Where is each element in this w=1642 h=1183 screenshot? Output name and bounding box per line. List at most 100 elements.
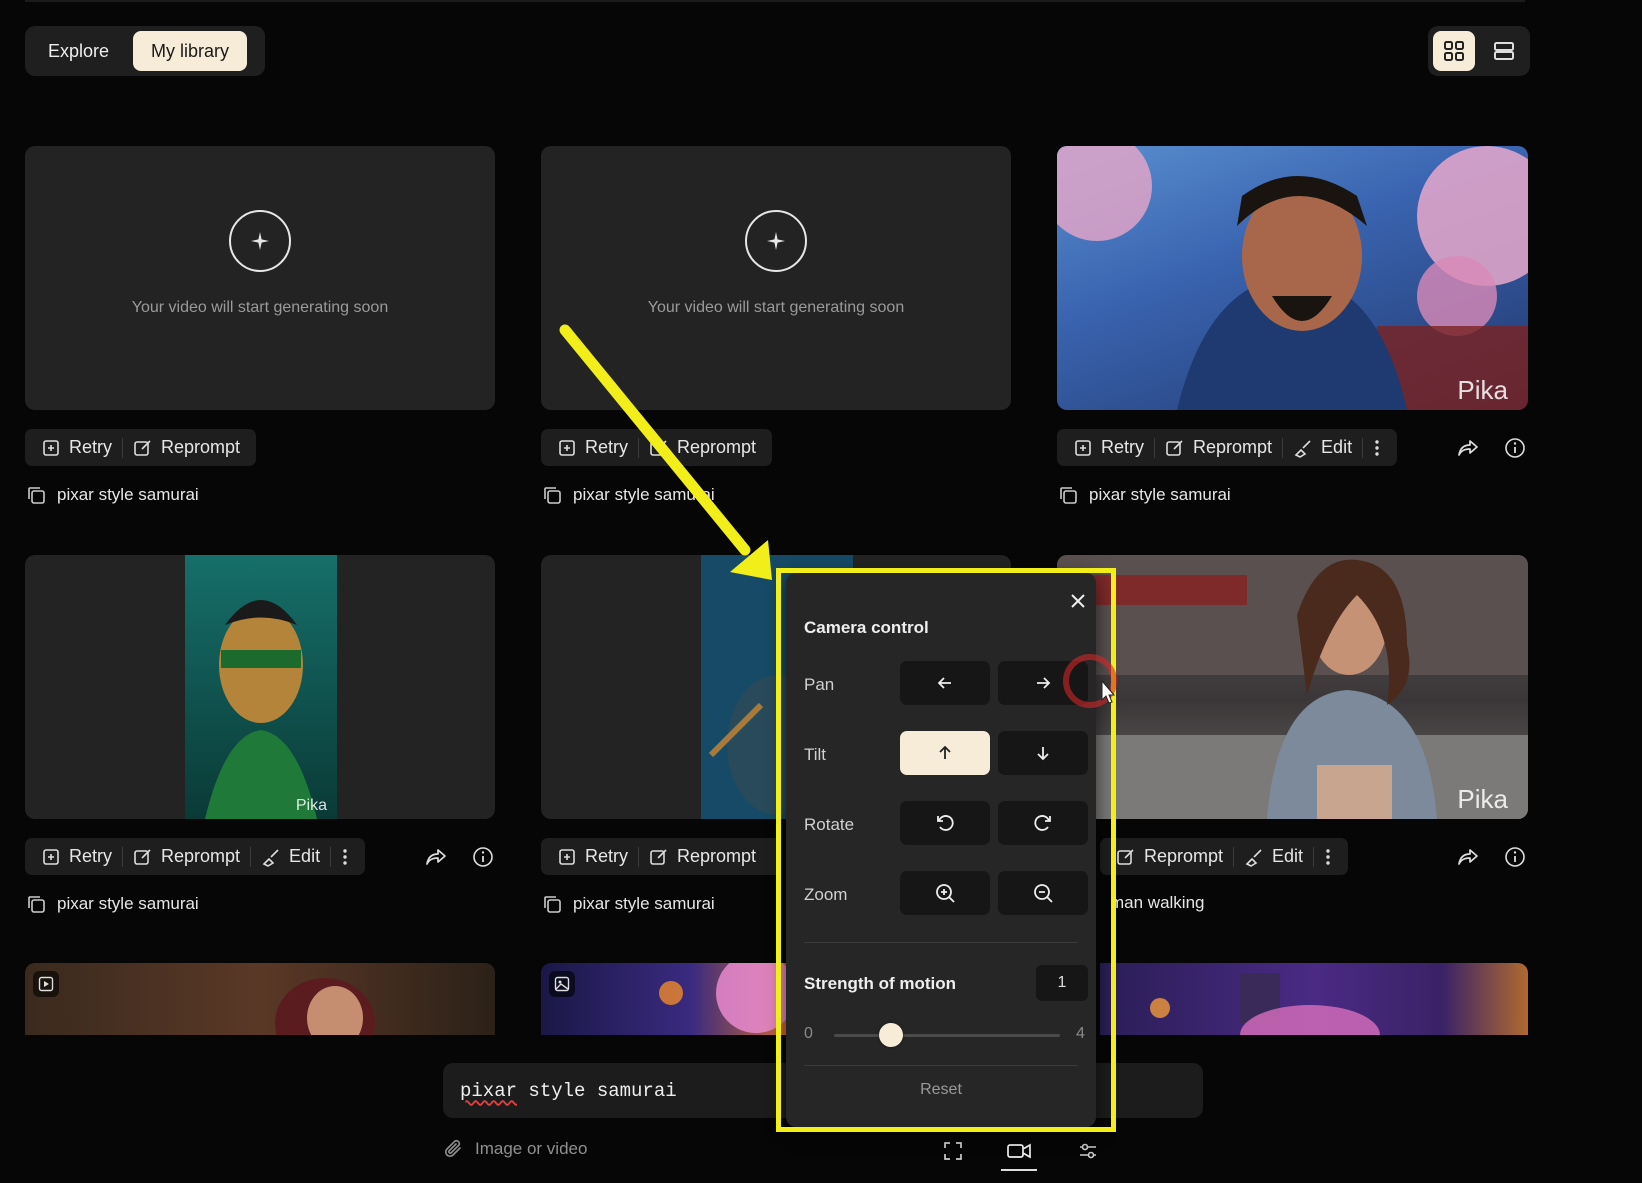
reprompt-button[interactable]: Reprompt [1110, 846, 1229, 867]
prompt-word-misspelled: pixar [460, 1079, 518, 1102]
retry-button[interactable]: Retry [35, 846, 118, 867]
camera-control-button[interactable] [1001, 1133, 1037, 1171]
grid-view-button[interactable] [1433, 31, 1475, 71]
video-card-generating[interactable]: Your video will start generating soon [25, 146, 495, 410]
prompt-input-text: style samurai [517, 1079, 677, 1102]
video-card-samurai-green[interactable]: Pika [25, 555, 495, 819]
sparkle-icon [229, 210, 291, 272]
retry-button[interactable]: Retry [35, 437, 118, 458]
copy-icon[interactable] [25, 484, 47, 506]
card-toolbar: Retry Reprompt [541, 838, 781, 875]
toolbar-divider [330, 846, 332, 867]
info-icon [1505, 847, 1525, 867]
copy-icon[interactable] [541, 484, 563, 506]
share-button[interactable] [1450, 839, 1486, 875]
reprompt-button[interactable]: Reprompt [643, 846, 762, 867]
more-vertical-icon [343, 848, 347, 865]
toolbar-divider [1282, 437, 1284, 458]
card-toolbar: Retry Reprompt [541, 429, 773, 466]
share-button[interactable] [1450, 430, 1486, 466]
library-tabs: Explore My library [25, 26, 265, 76]
brush-icon [1245, 848, 1262, 867]
video-card-samurai[interactable]: Pika [1057, 146, 1528, 410]
reprompt-button[interactable]: Reprompt [1159, 437, 1278, 458]
more-options-button[interactable] [335, 847, 355, 867]
card-prompt: pixar style samurai [541, 484, 715, 506]
retry-label: Retry [69, 846, 113, 866]
toolbar-divider [638, 846, 640, 867]
reprompt-button[interactable]: Reprompt [643, 437, 762, 458]
attach-media-button[interactable]: Image or video [443, 1138, 587, 1160]
reprompt-button[interactable]: Reprompt [127, 846, 246, 867]
view-toggle [1428, 26, 1530, 76]
retry-button[interactable]: Retry [551, 437, 634, 458]
expand-icon [944, 1142, 962, 1160]
retry-label: Retry [585, 846, 629, 866]
edit-button[interactable]: Edit [1287, 437, 1358, 458]
generating-text: Your video will start generating soon [131, 299, 389, 316]
card-toolbar: Retry Reprompt [25, 429, 257, 466]
tab-my-library[interactable]: My library [133, 31, 248, 71]
retry-button[interactable]: Retry [551, 846, 634, 867]
toolbar-divider [1313, 846, 1315, 867]
retry-button[interactable]: Retry [1067, 437, 1150, 458]
more-options-button[interactable] [1318, 847, 1338, 867]
share-icon [426, 849, 446, 865]
copy-icon[interactable] [1057, 484, 1079, 506]
pencil-icon [1166, 439, 1183, 456]
video-card-partial[interactable] [541, 963, 791, 1035]
info-button[interactable] [1497, 430, 1533, 466]
list-view-button[interactable] [1483, 31, 1525, 71]
prompt-text: pixar style samurai [573, 894, 715, 913]
video-card-generating[interactable]: Your video will start generating soon [541, 146, 1011, 410]
brush-icon [1294, 439, 1311, 458]
more-vertical-icon [1326, 848, 1330, 865]
copy-icon[interactable] [541, 893, 563, 915]
prompt-text: pixar style samurai [1089, 485, 1231, 504]
info-icon [473, 847, 493, 867]
video-thumbnail [659, 963, 791, 1033]
list-view-icon [1494, 42, 1514, 60]
video-card-partial[interactable] [25, 963, 495, 1035]
more-vertical-icon [1375, 439, 1379, 456]
retry-icon [1075, 439, 1091, 456]
edit-button[interactable]: Edit [255, 846, 326, 867]
aspect-ratio-button[interactable] [935, 1133, 971, 1169]
brush-icon [262, 848, 279, 867]
edit-label: Edit [1272, 846, 1304, 866]
grid-icon [1444, 41, 1464, 61]
reprompt-label: Reprompt [161, 846, 241, 866]
more-options-button[interactable] [1367, 438, 1387, 458]
generating-text: Your video will start generating soon [647, 299, 905, 316]
card-prompt: man walking [1110, 893, 1205, 913]
video-type-badge [33, 971, 59, 997]
share-icon [1458, 440, 1478, 456]
top-divider [25, 0, 1525, 2]
copy-icon[interactable] [25, 893, 47, 915]
reprompt-button[interactable]: Reprompt [127, 437, 246, 458]
video-thumbnail [1057, 146, 1528, 410]
image-icon [554, 976, 570, 992]
prompt-text: man walking [1110, 893, 1205, 912]
edit-label: Edit [289, 846, 321, 866]
settings-sliders-button[interactable] [1070, 1133, 1106, 1169]
card-prompt: pixar style samurai [25, 484, 199, 506]
retry-label: Retry [69, 437, 113, 457]
edit-button[interactable]: Edit [1238, 846, 1309, 867]
video-card-partial[interactable] [1100, 963, 1528, 1035]
sparkle-icon [745, 210, 807, 272]
prompt-text: pixar style samurai [57, 894, 199, 913]
share-button[interactable] [418, 839, 454, 875]
tab-explore[interactable]: Explore [30, 31, 127, 71]
retry-icon [559, 439, 575, 456]
info-button[interactable] [1497, 839, 1533, 875]
pencil-icon [134, 848, 151, 865]
toolbar-divider [122, 437, 124, 458]
pencil-icon [650, 439, 667, 456]
reprompt-label: Reprompt [677, 437, 757, 457]
toolbar-divider [1154, 437, 1156, 458]
reprompt-label: Reprompt [1144, 846, 1224, 866]
video-card-woman[interactable]: Pika [1057, 555, 1528, 819]
reprompt-label: Reprompt [1193, 437, 1273, 457]
info-button[interactable] [465, 839, 501, 875]
